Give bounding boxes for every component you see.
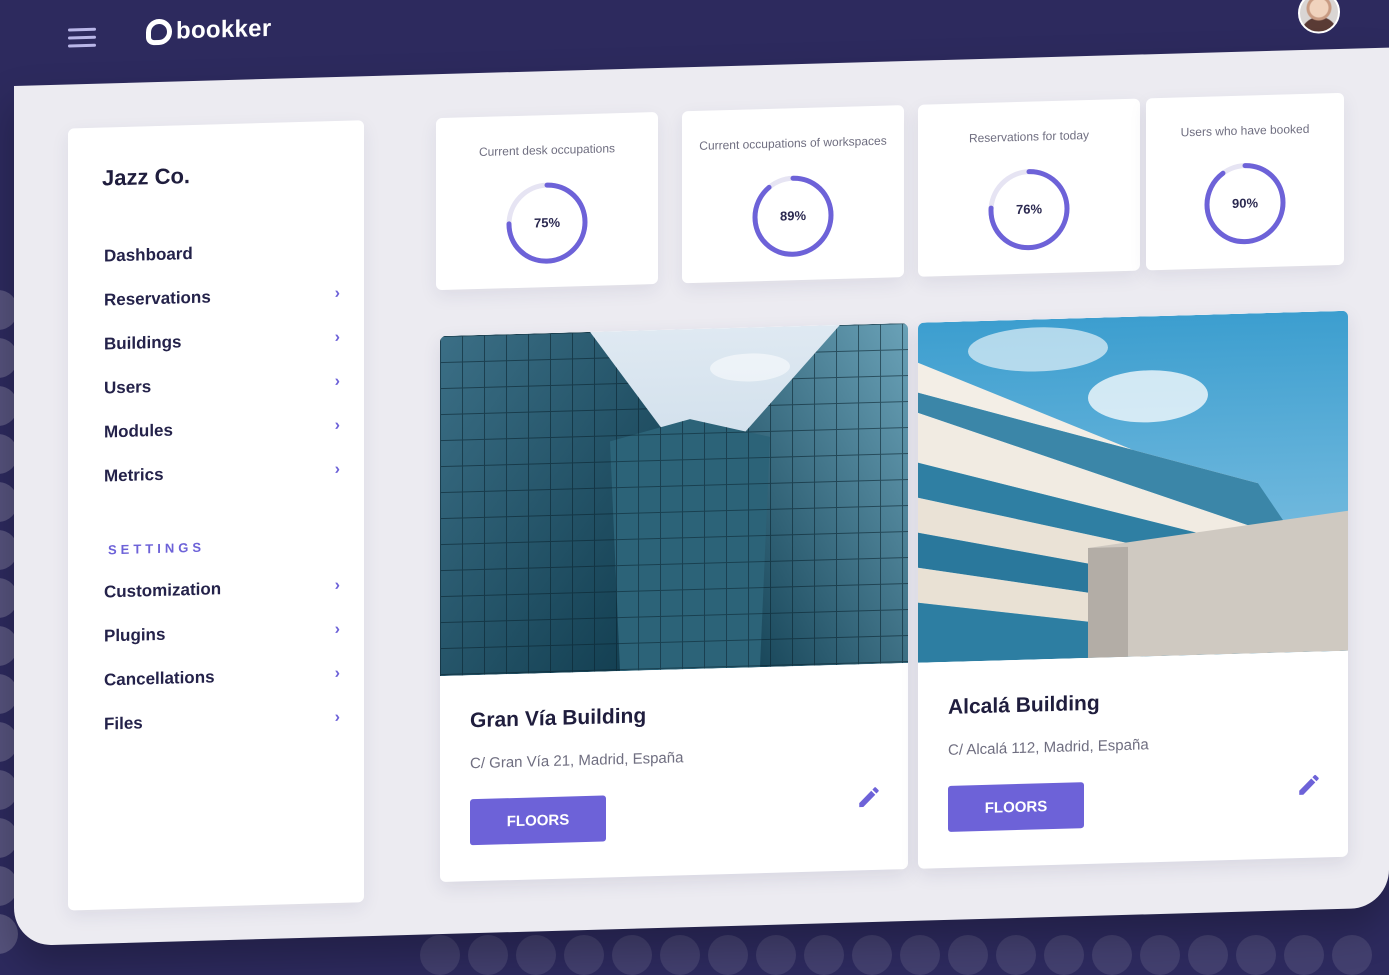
sidebar-item-dashboard[interactable]: Dashboard bbox=[104, 235, 340, 272]
background-dot bbox=[996, 935, 1036, 975]
stat-card-desk-occupations: Current desk occupations 75% bbox=[436, 112, 658, 291]
background-dot bbox=[756, 935, 796, 975]
chevron-right-icon: › bbox=[334, 664, 340, 683]
background-dot bbox=[948, 935, 988, 975]
sidebar: Jazz Co. Dashboard Reservations › Buildi… bbox=[68, 120, 364, 911]
chevron-right-icon: › bbox=[334, 576, 340, 595]
floors-button[interactable]: FLOORS bbox=[470, 795, 606, 846]
sidebar-item-label: Metrics bbox=[104, 464, 164, 486]
background-dot bbox=[852, 935, 892, 975]
building-address: C/ Alcalá 112, Madrid, España bbox=[948, 736, 1149, 759]
background-dot bbox=[1092, 935, 1132, 975]
building-name: Alcalá Building bbox=[948, 691, 1100, 719]
stat-value: 90% bbox=[1231, 195, 1259, 211]
stat-title: Users who have booked bbox=[1180, 121, 1310, 140]
sidebar-item-cancellations[interactable]: Cancellations › bbox=[104, 659, 340, 696]
stat-title: Current occupations of workspaces bbox=[699, 133, 887, 153]
settings-section-title: SETTINGS bbox=[108, 539, 206, 558]
background-dot bbox=[708, 935, 748, 975]
sidebar-item-buildings[interactable]: Buildings › bbox=[104, 323, 340, 360]
sidebar-item-label: Cancellations bbox=[104, 667, 215, 690]
chevron-right-icon: › bbox=[334, 284, 340, 303]
sidebar-item-label: Modules bbox=[104, 420, 173, 442]
background-dot bbox=[1188, 935, 1228, 975]
sidebar-item-users[interactable]: Users › bbox=[104, 367, 340, 404]
progress-ring: 89% bbox=[749, 171, 837, 261]
sidebar-item-label: Buildings bbox=[104, 332, 182, 354]
stat-card-users-booked: Users who have booked 90% bbox=[1146, 92, 1344, 271]
sidebar-item-label: Files bbox=[104, 713, 143, 734]
stat-card-workspace-occupations: Current occupations of workspaces 89% bbox=[682, 105, 904, 284]
floors-button[interactable]: FLOORS bbox=[948, 782, 1084, 832]
hamburger-menu-icon[interactable] bbox=[68, 27, 96, 51]
chevron-right-icon: › bbox=[334, 328, 340, 347]
building-name: Gran Vía Building bbox=[470, 704, 647, 733]
building-card-alcala: Alcalá Building C/ Alcalá 112, Madrid, E… bbox=[918, 310, 1348, 869]
chevron-right-icon: › bbox=[334, 460, 340, 479]
sidebar-item-label: Dashboard bbox=[104, 244, 193, 266]
sidebar-item-reservations[interactable]: Reservations › bbox=[104, 279, 340, 316]
sidebar-item-modules[interactable]: Modules › bbox=[104, 411, 340, 448]
stat-value: 89% bbox=[779, 207, 807, 224]
edit-pencil-icon[interactable] bbox=[1296, 771, 1322, 798]
sidebar-item-plugins[interactable]: Plugins › bbox=[104, 615, 340, 652]
progress-ring: 90% bbox=[1201, 158, 1289, 248]
background-dot bbox=[1236, 935, 1276, 975]
stat-value: 76% bbox=[1015, 201, 1043, 218]
sidebar-item-metrics[interactable]: Metrics › bbox=[104, 455, 340, 492]
stat-card-reservations-today: Reservations for today 76% bbox=[918, 98, 1140, 277]
app-window: bookker Jazz Co. Dashboard Reservations … bbox=[14, 0, 1389, 958]
sidebar-item-label: Users bbox=[104, 377, 152, 398]
sidebar-item-label: Plugins bbox=[104, 624, 166, 646]
sidebar-item-files[interactable]: Files › bbox=[104, 703, 340, 740]
background-dot bbox=[1044, 935, 1084, 975]
stat-title: Current desk occupations bbox=[478, 141, 616, 160]
background-dot bbox=[900, 935, 940, 975]
chevron-right-icon: › bbox=[334, 620, 340, 639]
bookker-logo-icon bbox=[146, 18, 172, 46]
terraced-building-photo bbox=[918, 310, 1348, 663]
brand-logo[interactable]: bookker bbox=[146, 15, 271, 47]
brand-name: bookker bbox=[176, 14, 272, 45]
chevron-right-icon: › bbox=[334, 372, 340, 391]
background-dot bbox=[1140, 935, 1180, 975]
sidebar-item-label: Reservations bbox=[104, 287, 211, 310]
main-content: Jazz Co. Dashboard Reservations › Buildi… bbox=[14, 47, 1389, 946]
sidebar-item-customization[interactable]: Customization › bbox=[104, 571, 340, 608]
organization-name: Jazz Co. bbox=[102, 163, 191, 191]
sidebar-item-label: Customization bbox=[104, 579, 222, 602]
stat-value: 75% bbox=[533, 214, 561, 231]
user-avatar[interactable] bbox=[1298, 0, 1340, 35]
background-dot bbox=[804, 935, 844, 975]
chevron-right-icon: › bbox=[334, 708, 340, 727]
background-dot bbox=[660, 935, 700, 975]
building-card-gran-via: Gran Vía Building C/ Gran Vía 21, Madrid… bbox=[440, 323, 908, 883]
background-dot bbox=[1284, 935, 1324, 975]
progress-ring: 76% bbox=[985, 164, 1073, 254]
edit-pencil-icon[interactable] bbox=[856, 784, 882, 811]
glass-building-photo bbox=[440, 323, 908, 677]
building-address: C/ Gran Vía 21, Madrid, España bbox=[470, 749, 684, 773]
progress-ring: 75% bbox=[503, 178, 591, 268]
stat-title: Reservations for today bbox=[968, 127, 1090, 146]
chevron-right-icon: › bbox=[334, 416, 340, 435]
background-dot bbox=[1332, 935, 1372, 975]
